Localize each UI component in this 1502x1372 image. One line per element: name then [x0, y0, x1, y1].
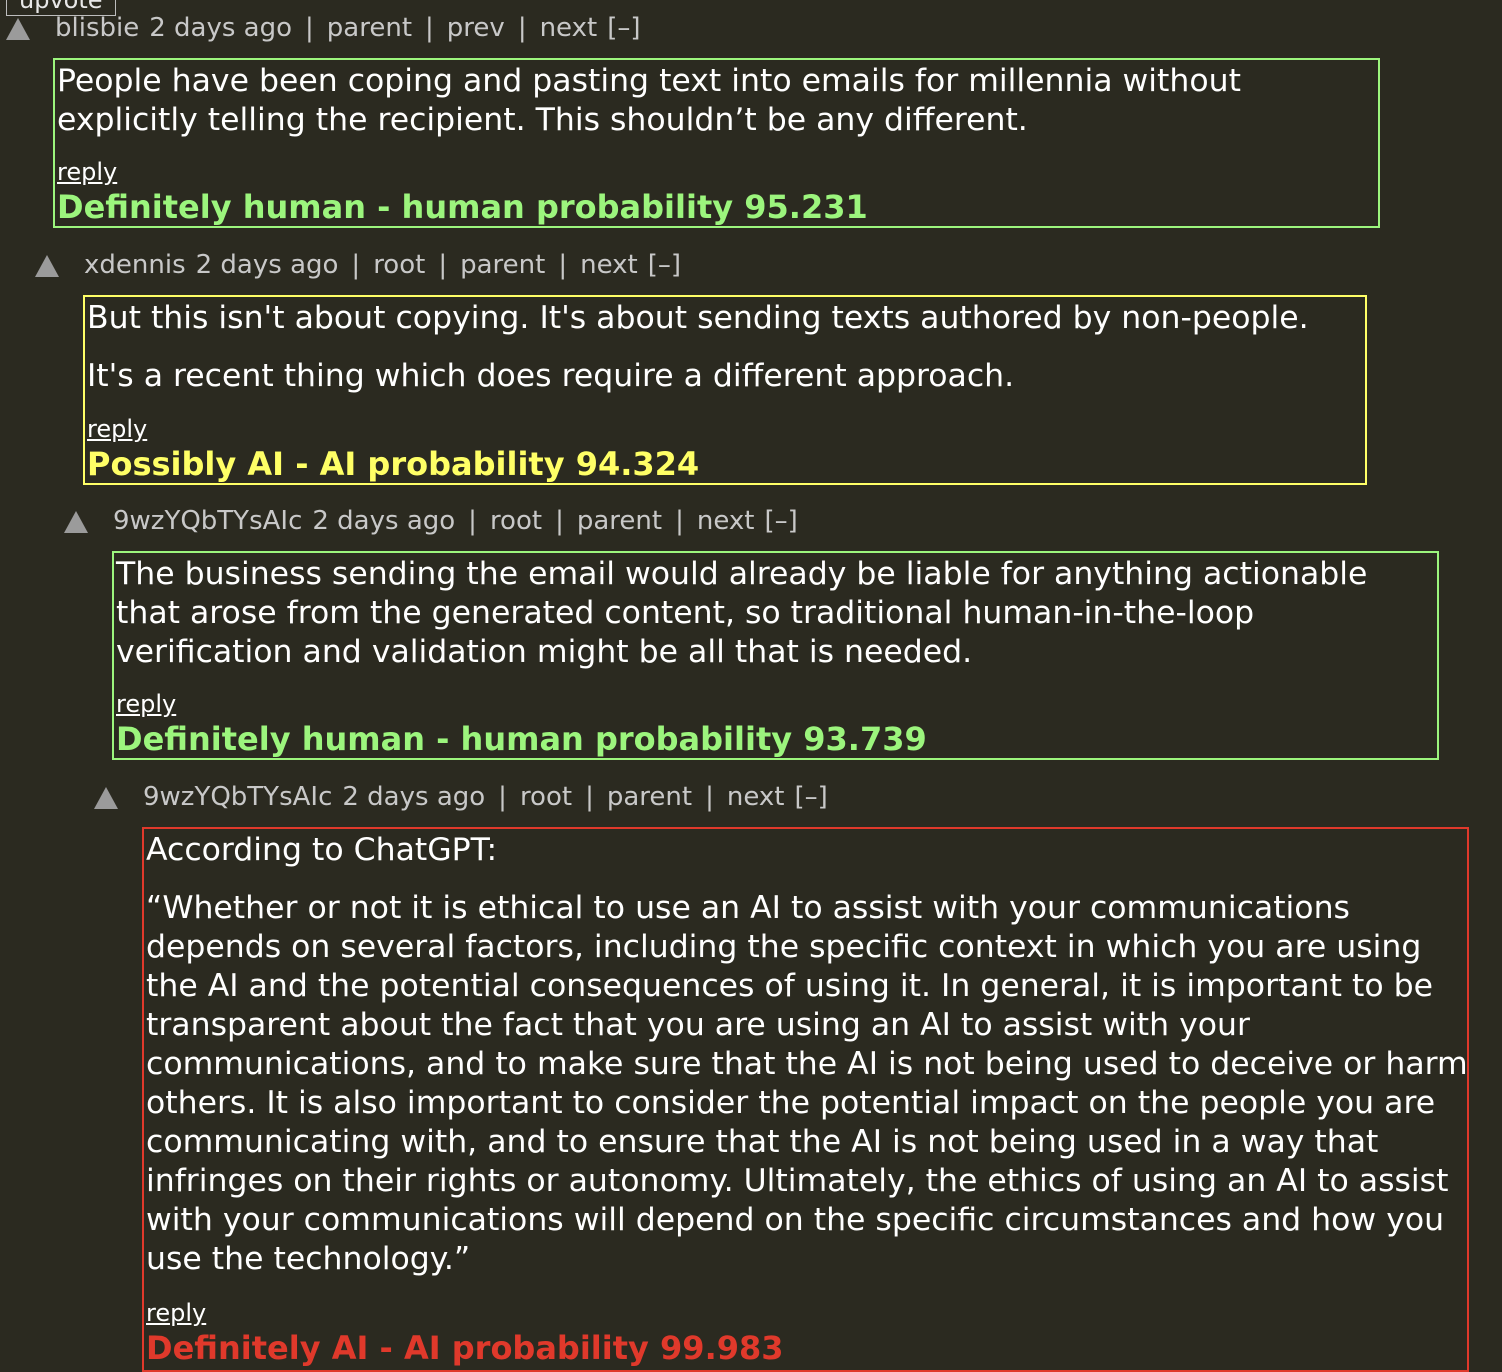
parent-link[interactable]: parent [607, 782, 692, 812]
comment-meta: 9wzYQbTYsAIc 2 days ago | root | parent … [143, 781, 828, 813]
ai-detection-verdict: Possibly AI - AI probability 94.324 [87, 445, 700, 483]
ai-detection-verdict: Definitely AI - AI probability 99.983 [146, 1329, 784, 1367]
comment-thread: upvote blisbie 2 days ago | parent | pre… [0, 0, 1502, 1372]
reply-link[interactable]: reply [146, 1299, 206, 1327]
separator: | [498, 782, 507, 812]
next-link[interactable]: next [580, 250, 638, 280]
comment-box: But this isn't about copying. It's about… [83, 295, 1367, 485]
separator: | [555, 506, 564, 536]
comment-body: People have been coping and pasting text… [57, 62, 1357, 140]
comment-paragraph: The business sending the email would alr… [116, 556, 1368, 670]
separator: | [305, 13, 314, 43]
parent-link[interactable]: parent [327, 13, 412, 43]
upvote-tooltip: upvote [6, 0, 116, 16]
root-link[interactable]: root [490, 506, 542, 536]
collapse-toggle[interactable]: [–] [648, 250, 681, 280]
collapse-toggle[interactable]: [–] [607, 13, 640, 43]
separator: | [675, 506, 684, 536]
comment-author[interactable]: 9wzYQbTYsAIc [113, 506, 302, 536]
separator: | [468, 506, 477, 536]
comment-box: The business sending the email would alr… [112, 551, 1439, 760]
comment-author[interactable]: 9wzYQbTYsAIc [143, 782, 332, 812]
root-link[interactable]: root [520, 782, 572, 812]
collapse-toggle[interactable]: [–] [794, 782, 827, 812]
reply-link[interactable]: reply [116, 690, 176, 718]
separator: | [517, 13, 527, 43]
comment-age[interactable]: 2 days ago [149, 13, 292, 43]
comment-box: According to ChatGPT: “Whether or not it… [142, 827, 1469, 1372]
comment-paragraph: People have been coping and pasting text… [57, 63, 1241, 138]
next-link[interactable]: next [540, 13, 598, 43]
comment-body: The business sending the email would alr… [116, 555, 1426, 672]
comment-author[interactable]: xdennis [84, 250, 186, 280]
comment-author[interactable]: blisbie [55, 13, 139, 43]
comment-meta: 9wzYQbTYsAIc 2 days ago | root | parent … [113, 505, 798, 537]
upvote-arrow-icon[interactable] [94, 787, 118, 809]
comment-age[interactable]: 2 days ago [196, 250, 339, 280]
comment-box: People have been coping and pasting text… [53, 58, 1380, 228]
comment-body: But this isn't about copying. It's about… [87, 299, 1377, 396]
upvote-arrow-icon[interactable] [35, 255, 59, 277]
separator: | [438, 250, 448, 280]
comment-body: According to ChatGPT: “Whether or not it… [146, 831, 1468, 1279]
next-link[interactable]: next [697, 506, 755, 536]
comment-age[interactable]: 2 days ago [342, 782, 485, 812]
separator: | [705, 782, 714, 812]
ai-detection-verdict: Definitely human - human probability 95.… [57, 188, 868, 226]
comment-paragraph: According to ChatGPT: [146, 832, 498, 868]
collapse-toggle[interactable]: [–] [764, 506, 797, 536]
comment-paragraph: But this isn't about copying. It's about… [87, 300, 1309, 336]
upvote-arrow-icon[interactable] [64, 511, 88, 533]
ai-detection-verdict: Definitely human - human probability 93.… [116, 720, 927, 758]
root-link[interactable]: root [373, 250, 425, 280]
comment-age[interactable]: 2 days ago [312, 506, 455, 536]
separator: | [425, 13, 434, 43]
comment-meta: xdennis 2 days ago | root | parent | nex… [84, 249, 681, 281]
comment-paragraph: “Whether or not it is ethical to use an … [146, 890, 1468, 1277]
prev-link[interactable]: prev [447, 13, 505, 43]
upvote-arrow-icon[interactable] [6, 18, 30, 40]
reply-link[interactable]: reply [57, 158, 117, 186]
reply-link[interactable]: reply [87, 415, 147, 443]
comment-paragraph: It's a recent thing which does require a… [87, 358, 1015, 394]
separator: | [351, 250, 361, 280]
parent-link[interactable]: parent [460, 250, 545, 280]
separator: | [558, 250, 568, 280]
next-link[interactable]: next [727, 782, 785, 812]
parent-link[interactable]: parent [577, 506, 662, 536]
comment-meta: blisbie 2 days ago | parent | prev | nex… [55, 12, 640, 44]
separator: | [585, 782, 594, 812]
